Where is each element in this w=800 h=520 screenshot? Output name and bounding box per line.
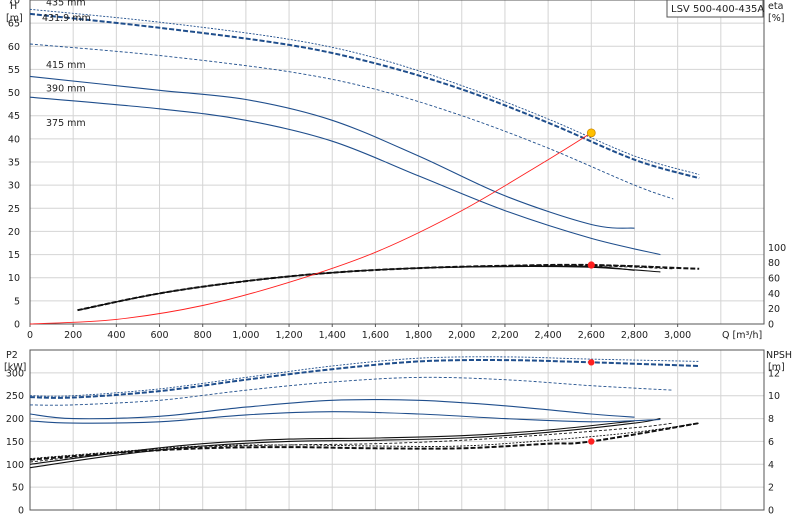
top-x-tick-label: 2,600 <box>578 330 605 341</box>
bottom-y-left-tick-label: 250 <box>6 391 24 402</box>
top-y-right-tick-label: 40 <box>768 289 780 300</box>
pump-performance-chart: 0 200 400 600 800 1,000 1,200 1,400 1,600 1,800 2,… <box>0 0 800 520</box>
top-x-tick-label: 400 <box>107 330 125 341</box>
bottom-y-right-tick-label: 8 <box>768 414 774 425</box>
top-y-left-tick-label: 0 <box>14 320 20 331</box>
bottom-y-right-tick-label: 6 <box>768 437 774 448</box>
top-x-tick-label: 1,200 <box>275 330 302 341</box>
bottom-y-left-tick-label: 50 <box>12 483 24 494</box>
bottom-y-left-tick-label: 100 <box>6 460 24 471</box>
bottom-y-left-tick-label: 200 <box>6 414 24 425</box>
top-y-left-tick-label: 15 <box>8 250 20 261</box>
duty-point <box>588 438 595 445</box>
top-y-right-tick-label: 60 <box>768 274 780 285</box>
top-right-axis-label: eta <box>768 1 783 12</box>
top-x-tick-label: 600 <box>150 330 168 341</box>
top-x-tick-label: 1,000 <box>232 330 259 341</box>
top-x-tick-label: 2,000 <box>448 330 475 341</box>
duty-point <box>587 261 595 269</box>
bottom-y-right-tick-label: 2 <box>768 483 774 494</box>
top-x-tick-label: 3,000 <box>664 330 691 341</box>
top-left-axis-label: H <box>10 1 17 12</box>
bottom-y-left-tick-label: 0 <box>18 506 24 517</box>
top-y-right-tick-label: 80 <box>768 258 780 269</box>
top-x-tick-label: 2,200 <box>491 330 518 341</box>
top-y-left-tick-label: 55 <box>8 65 20 76</box>
top-y-left-tick-label: 30 <box>8 181 20 192</box>
bottom-y-right-tick-label: 4 <box>768 460 774 471</box>
top-y-right-tick-label: 20 <box>768 304 780 315</box>
duty-point <box>588 359 595 366</box>
duty-point <box>586 128 596 138</box>
top-x-axis-label: Q [m³/h] <box>722 330 762 341</box>
head-curve-label: 375 mm <box>46 118 86 129</box>
top-y-left-tick-label: 50 <box>8 88 20 99</box>
top-y-left-tick-label: 35 <box>8 158 20 169</box>
top-x-tick-label: 800 <box>194 330 212 341</box>
bottom-y-right-tick-label: 0 <box>768 506 774 517</box>
bottom-y-left-tick-label: 150 <box>6 437 24 448</box>
head-curve-label: 435 mm <box>46 0 86 8</box>
top-x-tick-label: 1,600 <box>362 330 389 341</box>
top-x-tick-label: 2,800 <box>621 330 648 341</box>
top-y-left-tick-label: 5 <box>14 296 20 307</box>
top-left-axis-unit: [m] <box>6 13 23 24</box>
top-y-right-tick-label: 100 <box>768 243 786 254</box>
top-x-tick-label: 0 <box>27 330 33 341</box>
top-x-tick-label: 1,400 <box>319 330 346 341</box>
head-curve-label: 390 mm <box>46 83 86 94</box>
bottom-right-axis-unit: [m] <box>768 362 785 373</box>
head-curve-label: 431.9 mm <box>42 13 91 24</box>
top-y-left-tick-label: 60 <box>8 42 20 53</box>
top-y-left-tick-label: 25 <box>8 204 20 215</box>
bottom-left-axis-label: P2 <box>6 350 18 361</box>
top-y-left-tick-label: 20 <box>8 227 20 238</box>
top-x-tick-label: 2,400 <box>535 330 562 341</box>
top-y-left-tick-label: 10 <box>8 273 20 284</box>
top-x-tick-label: 1,800 <box>405 330 432 341</box>
top-right-axis-unit: [%] <box>768 13 784 24</box>
top-y-left-tick-label: 40 <box>8 134 20 145</box>
bottom-right-axis-label: NPSH <box>766 350 792 361</box>
top-y-right-tick-label: 0 <box>768 320 774 331</box>
head-curve-label: 415 mm <box>46 60 86 71</box>
bottom-left-axis-unit: [kW] <box>4 362 26 373</box>
top-y-left-tick-label: 45 <box>8 111 20 122</box>
bottom-y-right-tick-label: 10 <box>768 391 780 402</box>
chart-title: LSV 500-400-435A <box>671 4 764 15</box>
top-x-tick-label: 200 <box>64 330 82 341</box>
